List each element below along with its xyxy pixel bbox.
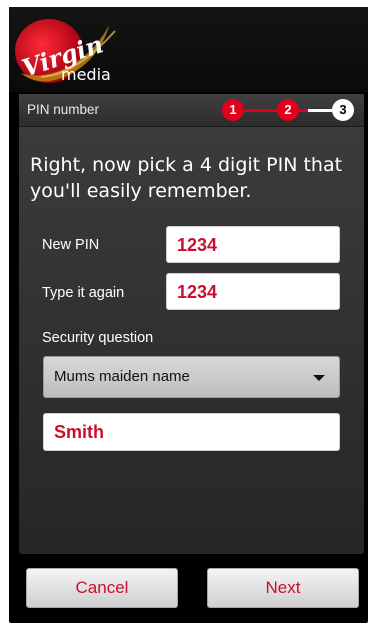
new-pin-label: New PIN xyxy=(42,237,100,253)
confirm-pin-input[interactable]: 1234 xyxy=(166,273,340,310)
cancel-button[interactable]: Cancel xyxy=(26,568,178,608)
confirm-pin-label: Type it again xyxy=(42,285,125,301)
step-indicator: 1 2 3 xyxy=(221,99,356,121)
app-screen: Virgin media PIN number 1 2 3 xyxy=(9,7,368,623)
app-header: Virgin media xyxy=(9,7,368,92)
chevron-down-icon xyxy=(313,375,325,381)
panel-titlebar: PIN number 1 2 3 xyxy=(19,94,364,127)
panel-title: PIN number xyxy=(27,102,100,117)
security-answer-input[interactable]: Smith xyxy=(43,413,340,451)
security-question-select[interactable]: Mums maiden name xyxy=(43,356,340,398)
security-question-label: Security question xyxy=(42,330,154,346)
step-2: 2 xyxy=(277,99,299,121)
step-1: 1 xyxy=(222,99,244,121)
logo-subtext: media xyxy=(61,65,111,84)
step-remaining-line xyxy=(308,109,333,112)
next-button[interactable]: Next xyxy=(207,568,359,608)
step-3: 3 xyxy=(332,99,354,121)
new-pin-input[interactable]: 1234 xyxy=(166,226,340,263)
security-question-value: Mums maiden name xyxy=(54,368,190,385)
page-instruction: Right, now pick a 4 digit PIN that you'l… xyxy=(30,154,343,202)
virgin-media-logo: Virgin media xyxy=(11,11,121,89)
